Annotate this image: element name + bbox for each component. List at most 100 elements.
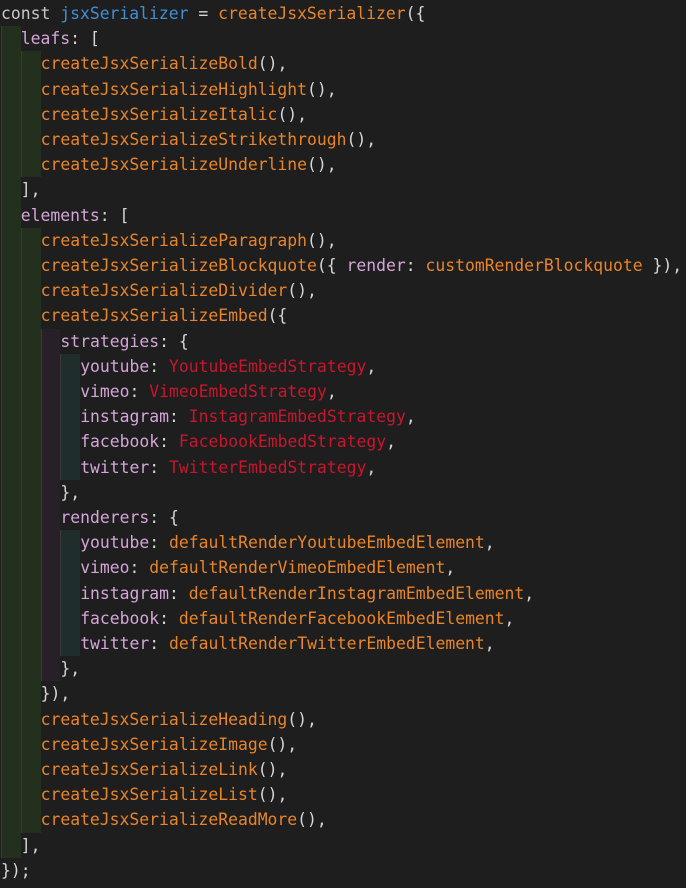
indent-guide [20,127,41,153]
code-line: createJsxSerializeUnderline(), [0,152,686,178]
code-token: : [149,634,170,653]
indent-guide [1,832,21,858]
code-tokens: createJsxSerializeBold(), [41,51,288,76]
code-token: createJsxSerializeStrikethrough [40,130,347,149]
indent-guide [20,731,41,757]
indent-guide [40,404,61,430]
code-token: customRenderBlockquote [425,256,643,275]
code-token: YoutubeEmbedStrategy [169,356,367,376]
code-token: (), [297,810,327,830]
code-editor[interactable]: const jsxSerializer = createJsxSerialize… [0,0,686,888]
code-tokens: vimeo: VimeoEmbedStrategy, [80,379,337,404]
code-token: createJsxSerializeDivider [40,281,288,301]
code-token: ({ [405,4,426,23]
code-token: elements [20,205,100,225]
indent-guide [1,353,21,379]
code-token: (), [287,709,317,729]
code-token: vimeo [80,382,130,401]
indent-guide [40,530,61,556]
indent-guide [40,555,61,581]
code-token: , [326,382,337,401]
code-token: leafs [20,29,71,49]
indent-guide [60,555,81,581]
code-token: ({ [267,306,288,326]
code-token: : { [159,331,189,351]
code-token: (), [307,230,337,250]
code-token: youtube [80,356,150,376]
indent-guide [1,807,21,833]
indent-guide [20,253,41,279]
code-token: : [129,558,150,578]
code-line: twitter: TwitterEmbedStrategy, [0,454,686,480]
code-token: ], [20,180,41,200]
code-line: leafs: [ [0,26,686,52]
indent-guide [60,379,81,405]
indent-guide [1,379,21,405]
code-token: , [445,558,456,578]
indent-guide [20,76,41,102]
code-token: (), [277,104,308,124]
code-token: VimeoEmbedStrategy [149,382,327,401]
code-line: twitter: defaultRenderTwitterEmbedElemen… [0,631,686,657]
code-tokens: facebook: FacebookEmbedStrategy, [80,429,396,454]
indent-guide [1,253,21,279]
indent-guide [1,429,21,455]
code-line: createJsxSerializeDivider(), [0,278,686,304]
code-token: createJsxSerializeLink [40,760,258,779]
code-tokens: instagram: defaultRenderInstagramEmbedEl… [80,581,534,606]
code-line: }, [0,656,686,682]
code-token: createJsxSerializeUnderline [40,155,308,175]
code-token: , [405,407,416,427]
code-line: youtube: YoutubeEmbedStrategy, [0,353,686,379]
indent-guide [20,429,41,455]
code-tokens: elements: [ [21,203,130,228]
code-token: = [188,4,219,23]
indent-guide [40,631,61,657]
code-line: createJsxSerializeList(), [0,782,686,808]
code-token: : [149,457,170,477]
code-token: (), [257,54,288,74]
code-tokens: }), [41,681,71,706]
code-line: youtube: defaultRenderYoutubeEmbedElemen… [0,530,686,556]
code-token: (), [267,734,298,754]
code-token: facebook [80,432,160,452]
code-token: twitter [80,634,150,653]
indent-guide [20,479,41,505]
code-line: }), [0,681,686,707]
indent-guide [20,555,41,581]
code-line: const jsxSerializer = createJsxSerialize… [0,1,686,26]
code-tokens: facebook: defaultRenderFacebookEmbedElem… [80,606,514,631]
code-token: : [149,533,170,553]
code-tokens: twitter: TwitterEmbedStrategy, [80,455,376,480]
indent-guide [20,101,41,127]
code-token: }, [60,482,81,502]
code-line: createJsxSerializeItalic(), [0,101,686,127]
indent-guide [20,580,41,606]
code-token: : [159,608,179,628]
indent-guide [20,631,41,657]
code-line: createJsxSerializeParagraph(), [0,227,686,253]
code-tokens: twitter: defaultRenderTwitterEmbedElemen… [80,631,494,656]
indent-guide [20,51,41,77]
code-tokens: }, [60,480,80,505]
code-tokens: leafs: [ [21,26,100,51]
indent-guide [1,605,21,631]
code-token: defaultRenderInstagramEmbedElement [188,583,525,603]
code-line: renderers: { [0,505,686,531]
indent-guide [60,429,81,455]
code-tokens: createJsxSerializeParagraph(), [41,228,337,253]
indent-guide [20,505,41,531]
indent-guide [40,656,61,682]
indent-guide [20,353,41,379]
code-token: defaultRenderYoutubeEmbedElement [169,533,485,553]
code-tokens: }); [1,858,31,883]
code-tokens: createJsxSerializeEmbed({ [41,303,288,328]
code-line: createJsxSerializeBlockquote({ render: c… [0,253,686,279]
code-tokens: instagram: InstagramEmbedStrategy, [80,404,416,429]
code-token: , [484,634,495,653]
code-line: createJsxSerializeImage(), [0,731,686,757]
code-tokens: strategies: { [60,329,188,354]
indent-guide [20,227,41,253]
indent-guide [40,328,61,354]
code-token: createJsxSerializeHeading [40,709,288,729]
